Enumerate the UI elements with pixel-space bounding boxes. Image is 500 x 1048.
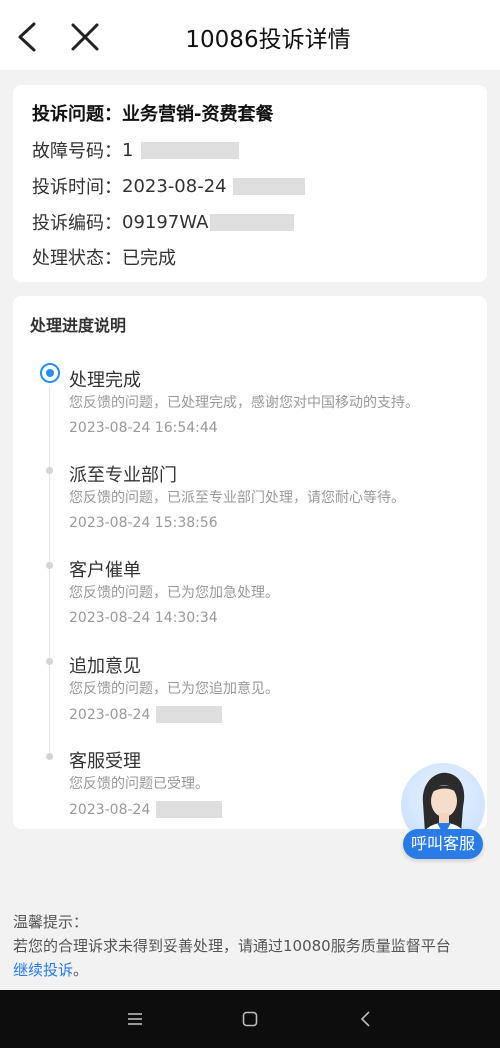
- tips-end: 。: [73, 961, 89, 979]
- status-value: 已完成: [122, 248, 176, 269]
- step-time: 2023-08-24 15:38:56: [69, 515, 218, 531]
- step-name: 处理完成: [69, 370, 141, 391]
- step-time: 2023-08-24 16:54:44: [69, 420, 218, 436]
- step-desc: 您反馈的问题，已为您加急处理。: [69, 585, 279, 601]
- home-icon[interactable]: [241, 1010, 259, 1028]
- step-name: 客户催单: [69, 560, 141, 581]
- back-nav-icon[interactable]: [357, 1010, 375, 1028]
- redaction-box: [210, 213, 295, 231]
- code-row: 投诉编码： 09197WA: [32, 209, 295, 235]
- step-dot-icon: [46, 658, 53, 665]
- menu-icon[interactable]: [126, 1010, 144, 1028]
- complaint-info-card: 投诉问题： 业务营销-资费套餐 故障号码： 1 投诉时间： 2023-08-24…: [13, 85, 487, 282]
- issue-label: 投诉问题：: [32, 104, 122, 125]
- timeline-line: [49, 386, 50, 756]
- tips-text: 若您的合理诉求未得到妥善处理，请通过10080服务质量监督平台: [13, 937, 451, 955]
- phone-value: 1: [122, 139, 134, 161]
- phone-row: 故障号码： 1: [32, 137, 240, 163]
- time-label: 投诉时间：: [32, 177, 122, 198]
- step-time-row: 2023-08-24: [69, 706, 223, 723]
- step-desc: 您反馈的问题，已处理完成，感谢您对中国移动的支持。: [69, 395, 419, 411]
- step-dot-icon: [46, 467, 53, 474]
- status-label: 处理状态：: [32, 248, 122, 269]
- redaction-box: [232, 177, 305, 195]
- progress-title: 处理进度说明: [30, 316, 127, 335]
- redaction-box: [141, 141, 240, 159]
- step-active-dot-icon: [40, 363, 60, 383]
- step-desc: 您反馈的问题，已为您追加意见。: [69, 681, 279, 697]
- time-row: 投诉时间： 2023-08-24: [32, 173, 305, 199]
- issue-value: 业务营销-资费套餐: [122, 104, 274, 125]
- redaction-box: [156, 706, 223, 723]
- step-name: 追加意见: [69, 656, 141, 677]
- tips-heading: 温馨提示：: [13, 913, 89, 931]
- time-value: 2023-08-24: [122, 175, 227, 197]
- step-desc: 您反馈的问题，已派至专业部门处理，请您耐心等待。: [69, 490, 405, 506]
- status-row: 处理状态： 已完成: [32, 244, 176, 270]
- step-time: 2023-08-24: [69, 801, 151, 818]
- code-label: 投诉编码：: [32, 213, 122, 234]
- step-dot-icon: [46, 562, 53, 569]
- step-time: 2023-08-24 14:30:34: [69, 610, 218, 626]
- code-value: 09197WA: [122, 211, 209, 233]
- step-name: 派至专业部门: [69, 465, 177, 486]
- phone-label: 故障号码：: [32, 141, 122, 162]
- step-time: 2023-08-24: [69, 706, 151, 723]
- step-time-row: 2023-08-24: [69, 801, 223, 818]
- call-service-widget[interactable]: 呼叫客服: [395, 763, 491, 861]
- tips-link-line: 继续投诉。: [13, 958, 451, 982]
- issue-row: 投诉问题： 业务营销-资费套餐: [32, 100, 273, 126]
- step-name: 客服受理: [69, 751, 141, 772]
- top-bar: 10086投诉详情: [0, 0, 500, 70]
- step-dot-icon: [46, 753, 53, 760]
- tips-section: 温馨提示： 若您的合理诉求未得到妥善处理，请通过10080服务质量监督平台 继续…: [13, 910, 451, 982]
- progress-card: 处理进度说明 处理完成 您反馈的问题，已处理完成，感谢您对中国移动的支持。 20…: [13, 296, 487, 829]
- redaction-box: [156, 801, 223, 818]
- step-desc: 您反馈的问题已受理。: [69, 776, 209, 792]
- call-service-button[interactable]: 呼叫客服: [403, 829, 483, 859]
- continue-complaint-link[interactable]: 继续投诉: [13, 961, 73, 979]
- page-title: 10086投诉详情: [185, 27, 351, 53]
- system-nav-bar: [0, 990, 500, 1048]
